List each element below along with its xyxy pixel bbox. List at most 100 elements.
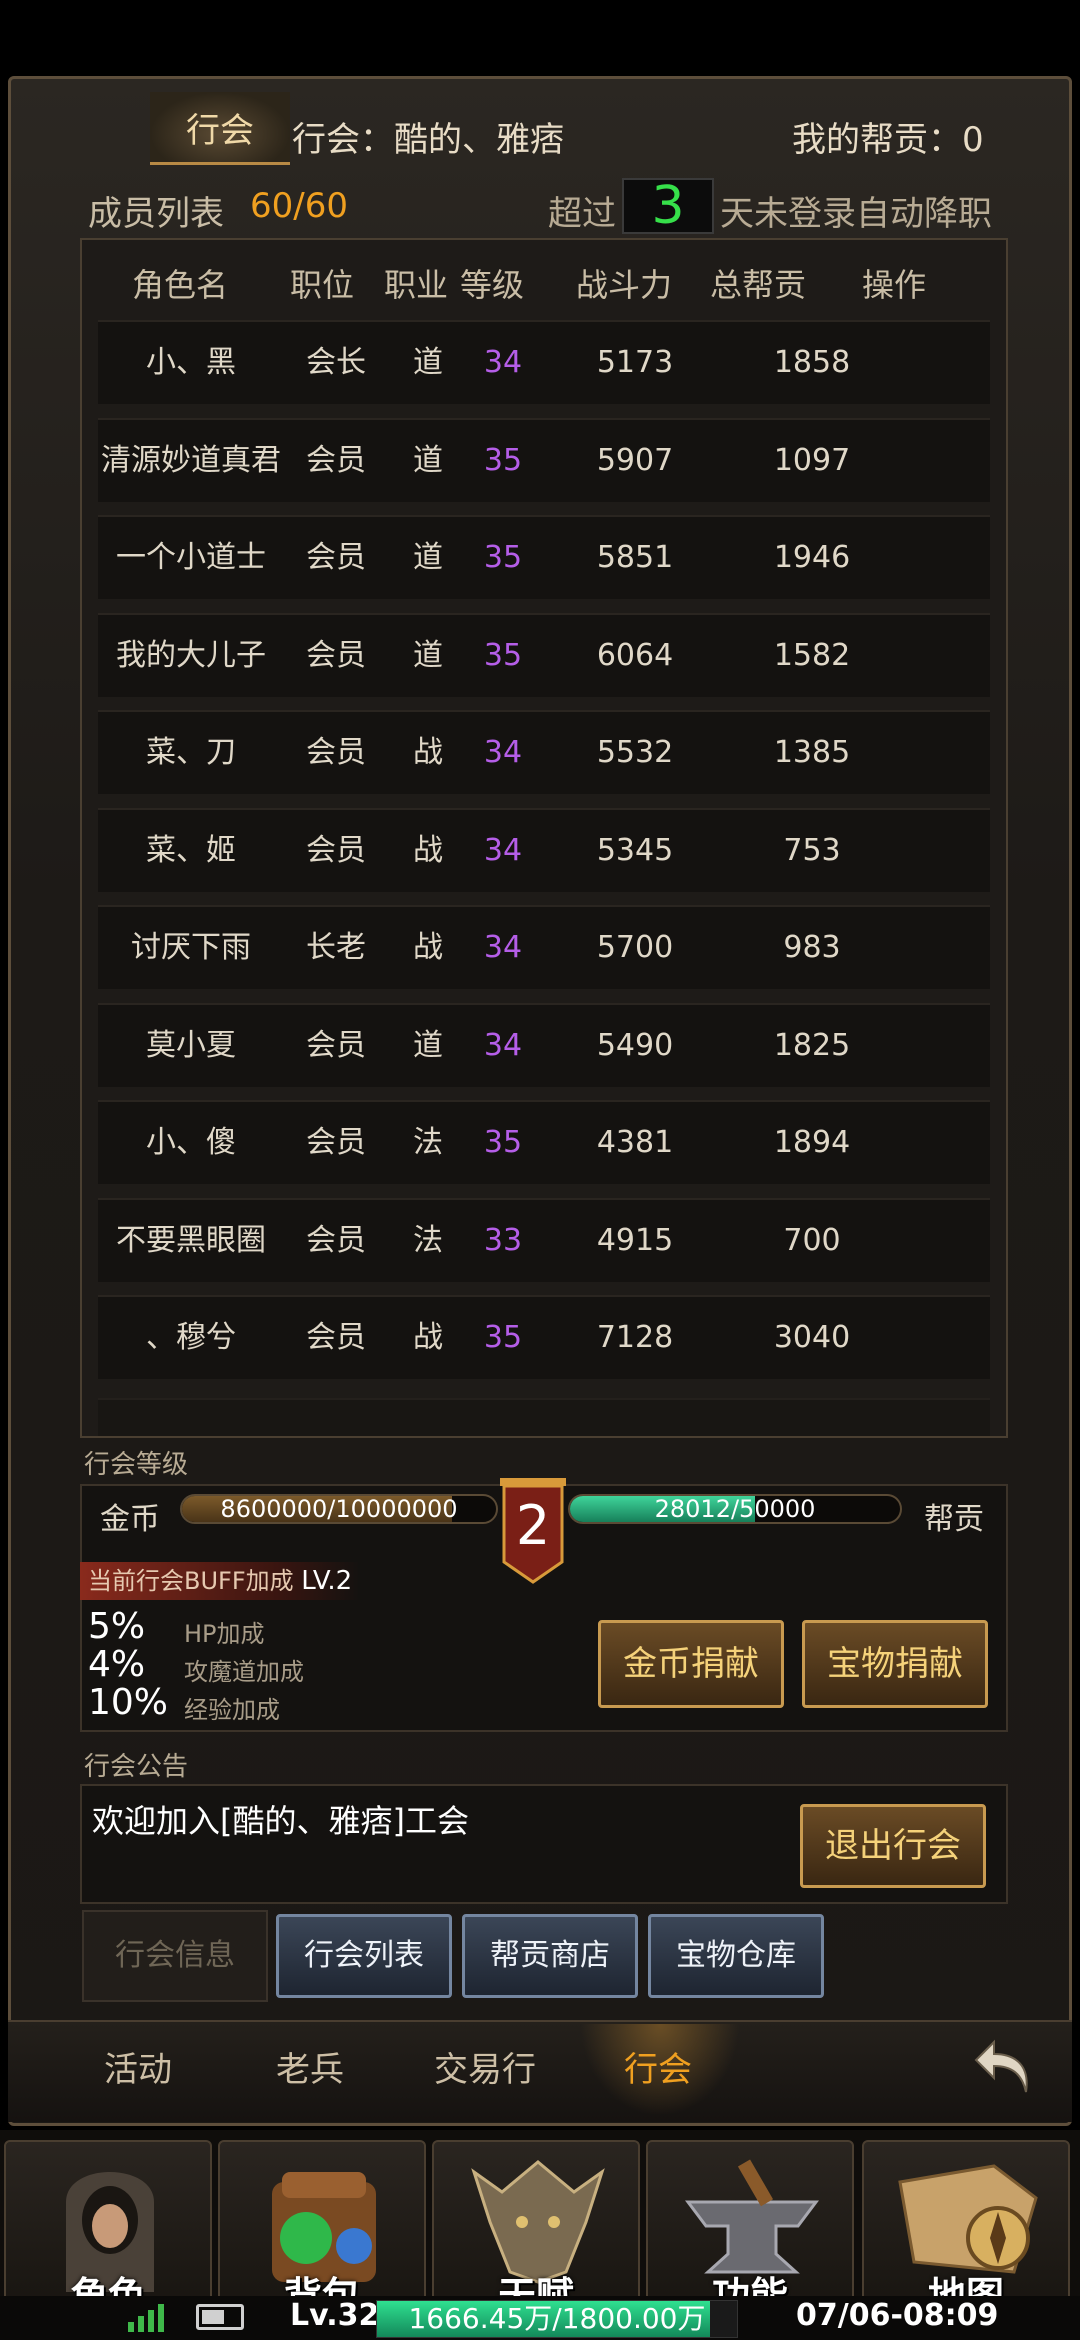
cell-class: 道 [413, 1027, 443, 1063]
cell-contribution: 753 [783, 832, 841, 868]
table-row[interactable]: 菜、刀 会员 战 34 5532 1385 [98, 710, 990, 794]
cell-name: 、穆兮 [146, 1320, 236, 1355]
cell-name: 小、傻 [146, 1125, 236, 1160]
cell-class: 道 [413, 345, 443, 380]
signal-icon [128, 2302, 168, 2332]
demote-prefix: 超过 [548, 194, 616, 234]
guild-level-number: 2 [515, 1494, 551, 1557]
cell-power: 5700 [596, 930, 674, 965]
cell-level: 34 [483, 345, 523, 380]
column-header-power: 战斗力 [576, 266, 673, 304]
notice-text: 欢迎加入[酷的、雅痞]工会 [92, 1802, 469, 1840]
cell-level: 34 [483, 1027, 523, 1063]
cell-contribution: 1385 [773, 735, 851, 770]
cell-name: 菜、刀 [146, 735, 236, 770]
table-row[interactable]: 小、黑 会长 道 34 5173 1858 [98, 320, 990, 404]
cell-class: 战 [413, 930, 443, 965]
table-row[interactable]: 清源妙道真君 会员 道 35 5907 1097 [98, 417, 990, 502]
cell-position: 会长 [306, 345, 366, 380]
column-header-contribution: 总帮贡 [710, 266, 807, 304]
cell-level: 35 [483, 1125, 523, 1160]
cell-level: 35 [483, 637, 523, 673]
subtab-contribution-shop[interactable]: 帮贡商店 [462, 1914, 638, 1998]
buff-value-attack: 4% [88, 1644, 146, 1685]
cell-contribution: 1894 [773, 1125, 851, 1160]
member-table[interactable]: 角色名 职位 职业 等级 战斗力 总帮贡 操作 小、黑 会长道 34 5173 1858… [80, 238, 1008, 1438]
cell-contribution: 1946 [773, 540, 851, 575]
guild-level-banner: 2 [500, 1478, 566, 1588]
table-row[interactable]: 讨厌下雨 长老 战 34 5700 983 [98, 905, 990, 989]
cell-name: 菜、姬 [146, 832, 236, 868]
my-contribution: 我的帮贡：0 [792, 120, 984, 160]
table-row[interactable]: 不要黑眼圈 会员 法 33 4915 700 [98, 1197, 990, 1282]
donate-gold-button[interactable]: 金币捐献 [598, 1620, 784, 1708]
nav-tab-trade[interactable]: 交易行 [434, 2042, 536, 2091]
buff-header: 当前行会BUFF加成 LV.2 [80, 1562, 361, 1600]
cell-power: 6064 [596, 637, 674, 673]
cell-contribution: 983 [783, 930, 841, 965]
buff-level: LV.2 [301, 1566, 353, 1596]
table-row[interactable]: 一个小道士 会员 道 35 5851 1946 [98, 515, 990, 599]
cell-power: 7128 [596, 1320, 674, 1355]
nav-tab-activity[interactable]: 活动 [104, 2042, 172, 2091]
table-row[interactable]: 菜、姬 会员 战 34 5345 753 [98, 807, 990, 892]
cell-position: 会员 [306, 1125, 366, 1160]
cell-class: 道 [413, 637, 443, 673]
cell-power: 5907 [596, 442, 674, 478]
cell-position: 会员 [306, 735, 366, 770]
cell-power: 5173 [596, 345, 674, 380]
cell-contribution: 3040 [773, 1320, 851, 1355]
nav-tab-veteran[interactable]: 老兵 [276, 2042, 344, 2091]
contribution-progress-text: 28012/50000 [654, 1495, 816, 1523]
cell-power: 4915 [596, 1222, 674, 1258]
column-header-position: 职位 [290, 266, 355, 304]
cell-class: 道 [413, 540, 443, 575]
cell-level: 34 [483, 735, 523, 770]
nav-tab-guild[interactable]: 行会 [624, 2042, 692, 2091]
cell-power: 5851 [596, 540, 674, 575]
gold-label: 金币 [100, 1502, 160, 1537]
player-level: Lv.32 [290, 2298, 380, 2333]
contribution-progress-bar: 28012/50000 [568, 1494, 902, 1524]
column-header-action: 操作 [862, 266, 927, 304]
guild-tab[interactable]: 行会 [150, 92, 290, 165]
table-row[interactable]: 莫小夏 会员 道 34 5490 1825 [98, 1002, 990, 1087]
buff-name-exp: 经验加成 [184, 1696, 280, 1724]
cell-name: 一个小道士 [116, 540, 266, 575]
table-row[interactable]: 我的大儿子 会员 道 35 6064 1582 [98, 612, 990, 697]
donate-treasure-button[interactable]: 宝物捐献 [802, 1620, 988, 1708]
subtab-treasure-warehouse[interactable]: 宝物仓库 [648, 1914, 824, 1998]
cell-level: 33 [483, 1222, 523, 1258]
subtab-guild-list[interactable]: 行会列表 [276, 1914, 452, 1998]
date-time: 07/06-08:09 [796, 2298, 999, 2333]
demote-days-input[interactable]: 3 [622, 178, 714, 234]
buff-name-attack: 攻魔道加成 [184, 1658, 304, 1686]
cell-power: 5490 [596, 1027, 674, 1063]
subtab-guild-info[interactable]: 行会信息 [82, 1910, 268, 2002]
cell-level: 35 [483, 1320, 523, 1355]
buff-name-hp: HP加成 [184, 1620, 265, 1648]
cell-position: 会员 [306, 1222, 366, 1258]
table-row[interactable]: 小、傻 会员 法 35 4381 1894 [98, 1100, 990, 1184]
table-row[interactable]: 、穆兮 会员 战 35 7128 3040 [98, 1295, 990, 1379]
buff-title: 当前行会BUFF加成 [88, 1567, 294, 1595]
cell-level: 34 [483, 832, 523, 868]
cell-level: 35 [483, 540, 523, 575]
cell-level: 35 [483, 442, 523, 478]
cell-class: 道 [413, 442, 443, 478]
back-arrow-icon[interactable] [972, 2036, 1034, 2098]
cell-position: 会员 [306, 1027, 366, 1063]
cell-class: 战 [413, 735, 443, 770]
cell-position: 会员 [306, 637, 366, 673]
exp-bar: 1666.45万/1800.00万 [376, 2300, 738, 2338]
member-list-label: 成员列表 [88, 194, 224, 234]
cell-name: 我的大儿子 [116, 637, 266, 673]
guild-level-title: 行会等级 [84, 1450, 189, 1480]
quit-guild-button[interactable]: 退出行会 [800, 1804, 986, 1888]
cell-class: 法 [413, 1222, 443, 1258]
cell-name: 小、黑 [146, 345, 236, 380]
cell-class: 法 [413, 1125, 443, 1160]
cell-power: 5532 [596, 735, 674, 770]
member-count: 60/60 [250, 186, 348, 226]
cell-name: 清源妙道真君 [101, 442, 281, 478]
